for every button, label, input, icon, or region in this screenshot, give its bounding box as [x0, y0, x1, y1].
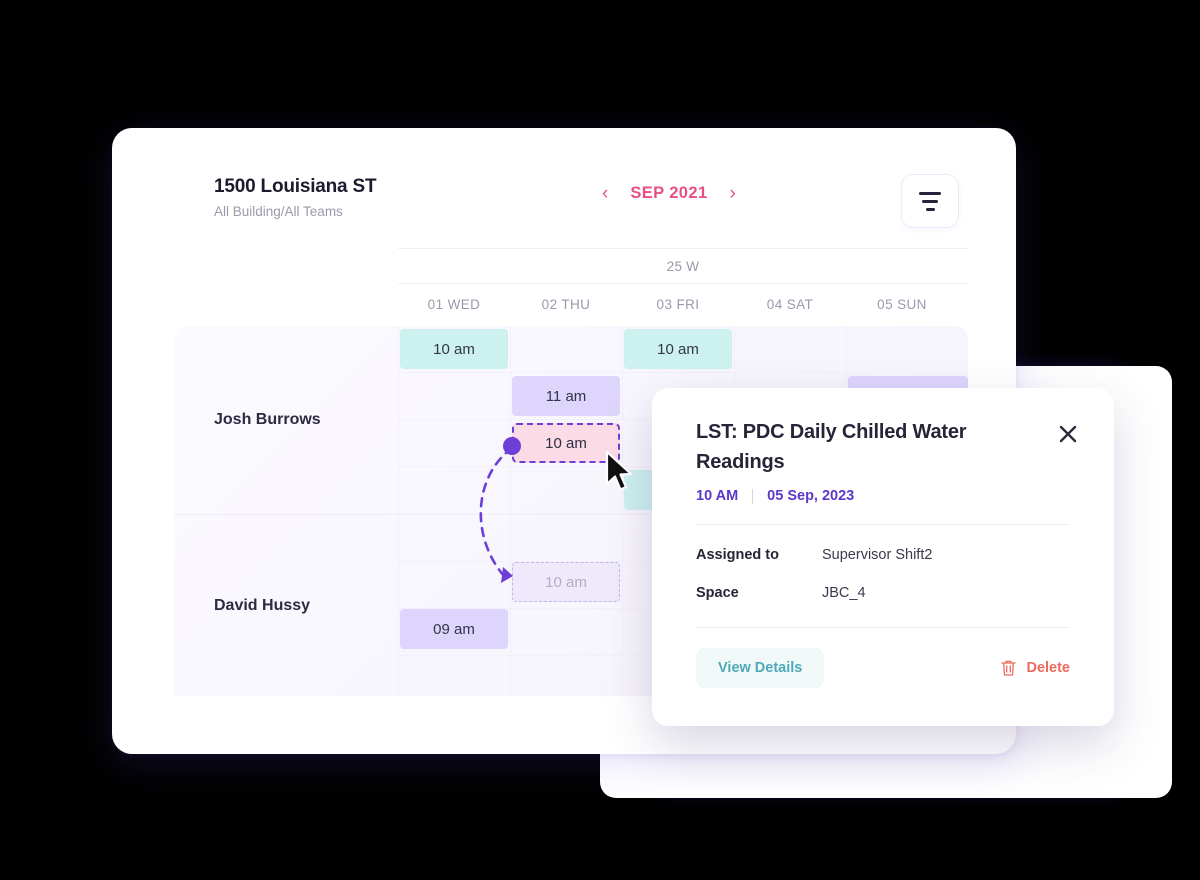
- person-row-josh-burrows[interactable]: Josh Burrows: [174, 326, 398, 514]
- field-space: Space JBC_4: [696, 585, 1070, 601]
- week-header-row: 25 W: [398, 248, 968, 284]
- day-header-03[interactable]: 03 FRI: [622, 284, 734, 324]
- chevron-left-icon[interactable]: ‹: [602, 184, 608, 203]
- week-label: 25 W: [666, 258, 700, 274]
- event-chip[interactable]: 11 am: [512, 376, 620, 416]
- popup-date: 05 Sep, 2023: [767, 488, 855, 505]
- event-chip-dragging[interactable]: 10 am: [512, 423, 620, 463]
- divider: [696, 627, 1070, 629]
- popup-time: 10 AM: [696, 488, 739, 505]
- event-chip[interactable]: 09 am: [400, 609, 508, 649]
- filter-icon: [919, 191, 941, 211]
- field-label: Space: [696, 585, 739, 602]
- day-header-05[interactable]: 05 SUN: [846, 284, 958, 324]
- popup-datetime: 10 AM 05 Sep, 2023: [696, 488, 1070, 504]
- close-icon[interactable]: [1056, 422, 1080, 446]
- view-details-button[interactable]: View Details: [696, 648, 825, 689]
- day-header-row: 01 WED 02 THU 03 FRI 04 SAT 05 SUN: [398, 284, 968, 324]
- event-detail-popup: LST: PDC Daily Chilled Water Readings 10…: [652, 388, 1114, 726]
- trash-icon: [1001, 660, 1017, 676]
- person-name: Josh Burrows: [214, 411, 321, 428]
- page-title: 1500 Louisiana ST: [214, 176, 377, 197]
- screen: 1500 Louisiana ST All Building/All Teams…: [0, 0, 1200, 880]
- event-chip[interactable]: 10 am: [400, 329, 508, 369]
- field-assigned-to: Assigned to Supervisor Shift2: [696, 547, 1070, 563]
- event-chip-drop-target[interactable]: 10 am: [512, 562, 620, 602]
- field-value: Supervisor Shift2: [822, 547, 933, 564]
- filter-button[interactable]: [901, 174, 959, 228]
- meta-separator: [752, 488, 754, 504]
- page-subtitle: All Building/All Teams: [214, 204, 343, 219]
- slot-line: [398, 372, 968, 373]
- field-label: Assigned to: [696, 547, 779, 564]
- chevron-right-icon[interactable]: ›: [730, 184, 736, 203]
- header-titles: 1500 Louisiana ST All Building/All Teams: [214, 176, 377, 219]
- field-value: JBC_4: [822, 585, 866, 602]
- event-chip[interactable]: 10 am: [624, 329, 732, 369]
- delete-label: Delete: [1026, 660, 1070, 677]
- popup-actions: View Details Delete: [696, 648, 1070, 689]
- people-column: Josh Burrows David Hussy: [174, 326, 398, 696]
- column-line: [398, 326, 399, 696]
- month-navigator: ‹ SEP 2021 ›: [602, 184, 736, 203]
- current-month-label: SEP 2021: [630, 184, 708, 202]
- day-header-04[interactable]: 04 SAT: [734, 284, 846, 324]
- day-header-02[interactable]: 02 THU: [510, 284, 622, 324]
- delete-button[interactable]: Delete: [1000, 659, 1070, 677]
- popup-title: LST: PDC Daily Chilled Water Readings: [696, 421, 967, 473]
- column-line: [510, 326, 511, 696]
- person-row-david-hussy[interactable]: David Hussy: [174, 515, 398, 696]
- divider: [696, 524, 1070, 526]
- column-line: [622, 326, 623, 696]
- person-name: David Hussy: [214, 596, 311, 614]
- day-header-01[interactable]: 01 WED: [398, 284, 510, 324]
